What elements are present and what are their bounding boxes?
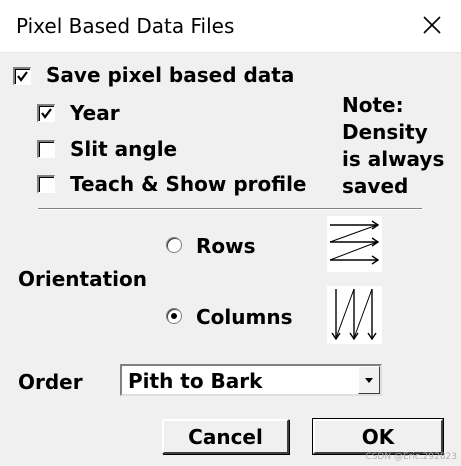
save-pixel-checkbox[interactable] bbox=[13, 67, 31, 85]
dialog-body: Save pixel based data Year Slit angle Te… bbox=[0, 53, 461, 466]
cancel-button[interactable]: Cancel bbox=[162, 419, 289, 454]
order-label: Order bbox=[18, 370, 83, 394]
columns-order-icon bbox=[327, 286, 382, 344]
watermark-text: CSDN @Eric.292823 bbox=[365, 452, 457, 462]
note-line-1: Note: bbox=[342, 93, 404, 117]
rows-radio[interactable] bbox=[166, 237, 182, 253]
rows-order-icon bbox=[327, 216, 382, 272]
note-line-2: Density bbox=[342, 120, 428, 144]
checkmark-icon bbox=[17, 71, 28, 82]
slit-angle-label: Slit angle bbox=[70, 137, 178, 161]
separator bbox=[38, 208, 422, 210]
orientation-label: Orientation bbox=[18, 267, 147, 291]
note-line-3: is always bbox=[342, 147, 445, 171]
dropdown-button[interactable] bbox=[358, 366, 380, 394]
checkmark-icon bbox=[41, 108, 52, 119]
title-bar: Pixel Based Data Files bbox=[0, 0, 461, 53]
close-button[interactable] bbox=[417, 10, 447, 40]
close-icon bbox=[423, 16, 441, 34]
year-checkbox[interactable] bbox=[37, 104, 55, 122]
year-label: Year bbox=[70, 101, 120, 125]
radio-selected-dot bbox=[171, 313, 177, 319]
order-select-value: Pith to Bark bbox=[128, 369, 263, 393]
note-line-4: saved bbox=[342, 174, 409, 198]
rows-label: Rows bbox=[196, 234, 256, 258]
columns-radio[interactable] bbox=[166, 308, 182, 324]
save-pixel-label: Save pixel based data bbox=[46, 63, 295, 87]
teach-show-checkbox[interactable] bbox=[37, 175, 55, 193]
ok-button[interactable]: OK bbox=[312, 418, 444, 455]
columns-label: Columns bbox=[196, 305, 293, 329]
chevron-down-icon bbox=[365, 378, 373, 383]
window-title: Pixel Based Data Files bbox=[16, 14, 235, 38]
teach-show-label: Teach & Show profile bbox=[70, 172, 307, 196]
order-select[interactable]: Pith to Bark bbox=[120, 364, 382, 396]
slit-angle-checkbox[interactable] bbox=[37, 140, 55, 158]
